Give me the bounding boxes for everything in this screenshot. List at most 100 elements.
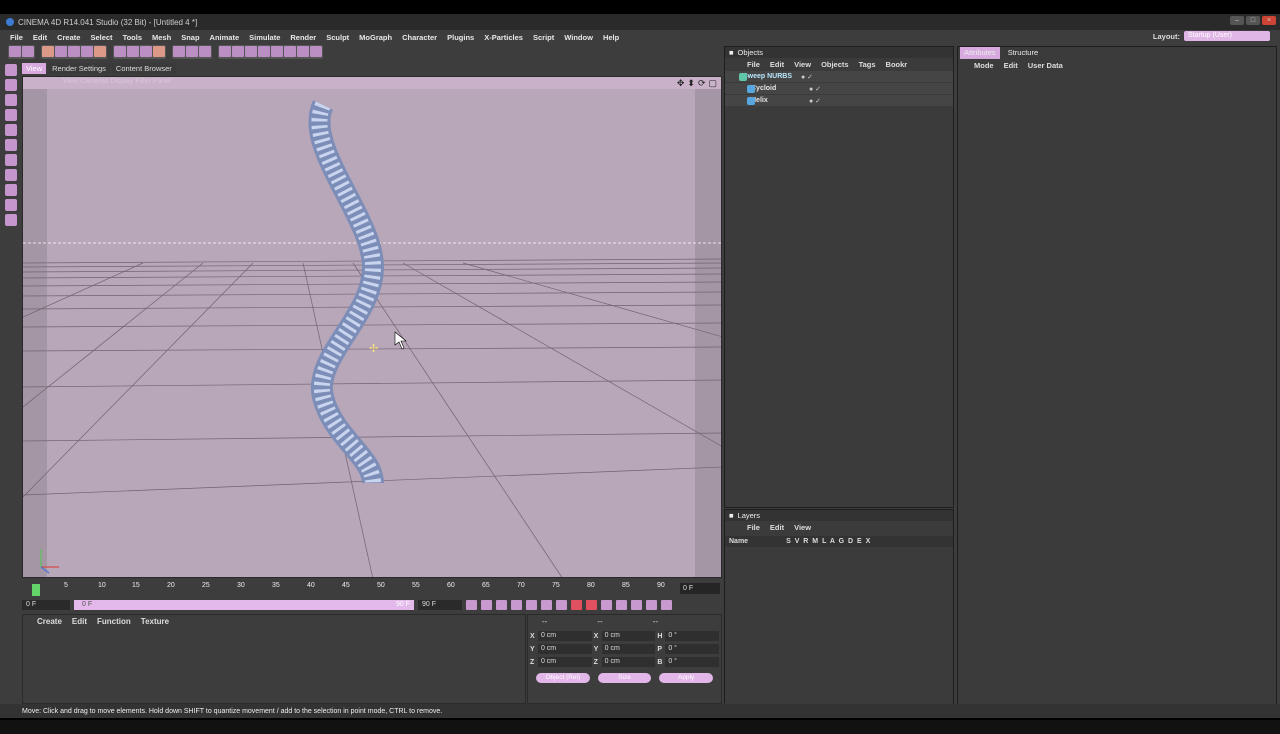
tweak-mode-icon[interactable] — [5, 184, 17, 196]
menu-edit[interactable]: Edit — [33, 33, 47, 42]
current-frame-field[interactable]: 0 F — [680, 583, 720, 594]
layout-dropdown[interactable]: Startup (User) — [1184, 31, 1270, 41]
menu-file[interactable]: File — [10, 33, 23, 42]
minimize-button[interactable]: – — [1230, 16, 1244, 25]
scale-icon[interactable] — [68, 46, 80, 57]
tab-view[interactable]: View — [22, 63, 47, 74]
object-row-cycloid[interactable]: Cycloid ● ✓ — [725, 83, 953, 95]
visibility-flags[interactable]: ● ✓ — [809, 85, 821, 93]
autokey-icon[interactable] — [586, 600, 597, 610]
size-x-field[interactable]: 0 cm — [601, 631, 656, 641]
menu-animate[interactable]: Animate — [210, 33, 240, 42]
position-x-field[interactable]: 0 cm — [537, 631, 592, 641]
move-icon[interactable] — [55, 46, 67, 57]
menu-tools[interactable]: Tools — [123, 33, 142, 42]
attr-menu-mode[interactable]: Mode — [974, 61, 994, 70]
layers-menu-file[interactable]: File — [747, 523, 760, 532]
tab-render-settings[interactable]: Render Settings — [48, 63, 110, 74]
rotation-b-field[interactable]: 0 ° — [665, 657, 720, 667]
menu-plugins[interactable]: Plugins — [447, 33, 474, 42]
live-selection-icon[interactable] — [42, 46, 54, 57]
tab-content-browser[interactable]: Content Browser — [111, 63, 176, 74]
menu-create[interactable]: Create — [57, 33, 80, 42]
objects-menu-tags[interactable]: Tags — [859, 60, 876, 69]
objects-menu-view[interactable]: View — [794, 60, 811, 69]
workplane-icon[interactable] — [5, 109, 17, 121]
start-frame-field[interactable]: 0 F — [22, 600, 70, 610]
maximize-button[interactable]: □ — [1246, 16, 1260, 25]
next-key-icon[interactable] — [541, 600, 552, 610]
play-icon[interactable] — [511, 600, 522, 610]
prev-frame-icon[interactable] — [496, 600, 507, 610]
light-icon[interactable] — [310, 46, 322, 57]
position-y-field[interactable]: 0 cm — [537, 644, 592, 654]
polygons-mode-icon[interactable] — [5, 154, 17, 166]
z-axis-icon[interactable] — [140, 46, 152, 57]
menu-mograph[interactable]: MoGraph — [359, 33, 392, 42]
scale-key-icon[interactable] — [631, 600, 642, 610]
snap-icon[interactable] — [5, 199, 17, 211]
locked-workplane-icon[interactable] — [5, 214, 17, 226]
menu-select[interactable]: Select — [90, 33, 112, 42]
next-frame-icon[interactable] — [526, 600, 537, 610]
size-mode-dropdown[interactable]: Size — [597, 673, 652, 683]
menu-help[interactable]: Help — [603, 33, 619, 42]
size-z-field[interactable]: 0 cm — [601, 657, 656, 667]
end-frame-field[interactable]: 90 F — [418, 600, 462, 610]
record-icon[interactable] — [571, 600, 582, 610]
position-key-icon[interactable] — [616, 600, 627, 610]
x-axis-icon[interactable] — [114, 46, 126, 57]
position-z-field[interactable]: 0 cm — [537, 657, 592, 667]
tab-structure[interactable]: Structure — [1003, 47, 1043, 59]
recent-tool-icon[interactable] — [94, 46, 106, 57]
attr-menu-edit[interactable]: Edit — [1004, 61, 1018, 70]
objects-menu-file[interactable]: File — [747, 60, 760, 69]
render-picture-viewer-icon[interactable] — [186, 46, 198, 57]
rotation-h-field[interactable]: 0 ° — [665, 631, 720, 641]
coordinate-system-icon[interactable] — [153, 46, 165, 57]
visibility-flags[interactable]: ● ✓ — [809, 97, 821, 105]
rotation-p-field[interactable]: 0 ° — [665, 644, 720, 654]
subdivision-icon[interactable] — [245, 46, 257, 57]
material-menu-texture[interactable]: Texture — [141, 617, 169, 626]
size-y-field[interactable]: 0 cm — [601, 644, 656, 654]
material-menu-edit[interactable]: Edit — [72, 617, 87, 626]
menu-snap[interactable]: Snap — [181, 33, 199, 42]
menu-x-particles[interactable]: X-Particles — [484, 33, 523, 42]
array-icon[interactable] — [258, 46, 270, 57]
layers-menu-view[interactable]: View — [794, 523, 811, 532]
timeline-window-icon[interactable] — [661, 600, 672, 610]
visibility-flags[interactable]: ● ✓ — [801, 73, 813, 81]
object-row-helix[interactable]: Helix ● ✓ — [725, 95, 953, 107]
layers-menu-edit[interactable]: Edit — [770, 523, 784, 532]
make-editable-icon[interactable] — [5, 64, 17, 76]
rotate-icon[interactable] — [81, 46, 93, 57]
render-settings-icon[interactable] — [199, 46, 211, 57]
keyframe-selection-icon[interactable] — [601, 600, 612, 610]
camera-icon[interactable] — [297, 46, 309, 57]
attr-menu-user-data[interactable]: User Data — [1028, 61, 1063, 70]
perspective-viewport[interactable]: View Cameras Display Filter Panel ✥ ⬍ ⟳ … — [22, 76, 722, 578]
menu-simulate[interactable]: Simulate — [249, 33, 280, 42]
menu-sculpt[interactable]: Sculpt — [326, 33, 349, 42]
menu-render[interactable]: Render — [290, 33, 316, 42]
pen-spline-icon[interactable] — [232, 46, 244, 57]
menu-window[interactable]: Window — [564, 33, 593, 42]
menu-character[interactable]: Character — [402, 33, 437, 42]
points-mode-icon[interactable] — [5, 124, 17, 136]
texture-mode-icon[interactable] — [5, 94, 17, 106]
timeline-ruler[interactable]: 5 10 15 20 25 30 35 40 45 50 55 60 65 70… — [22, 580, 722, 598]
deformer-icon[interactable] — [271, 46, 283, 57]
playhead[interactable] — [32, 584, 40, 596]
close-button[interactable]: × — [1262, 16, 1276, 25]
menu-script[interactable]: Script — [533, 33, 554, 42]
cube-icon[interactable] — [219, 46, 231, 57]
menu-mesh[interactable]: Mesh — [152, 33, 171, 42]
edges-mode-icon[interactable] — [5, 139, 17, 151]
y-axis-icon[interactable] — [127, 46, 139, 57]
redo-icon[interactable] — [22, 46, 34, 57]
tab-attributes[interactable]: Attributes — [960, 47, 1000, 59]
objects-menu-edit[interactable]: Edit — [770, 60, 784, 69]
object-row-sweep-nurbs[interactable]: Sweep NURBS ● ✓ — [725, 71, 953, 83]
model-mode-icon[interactable] — [5, 79, 17, 91]
